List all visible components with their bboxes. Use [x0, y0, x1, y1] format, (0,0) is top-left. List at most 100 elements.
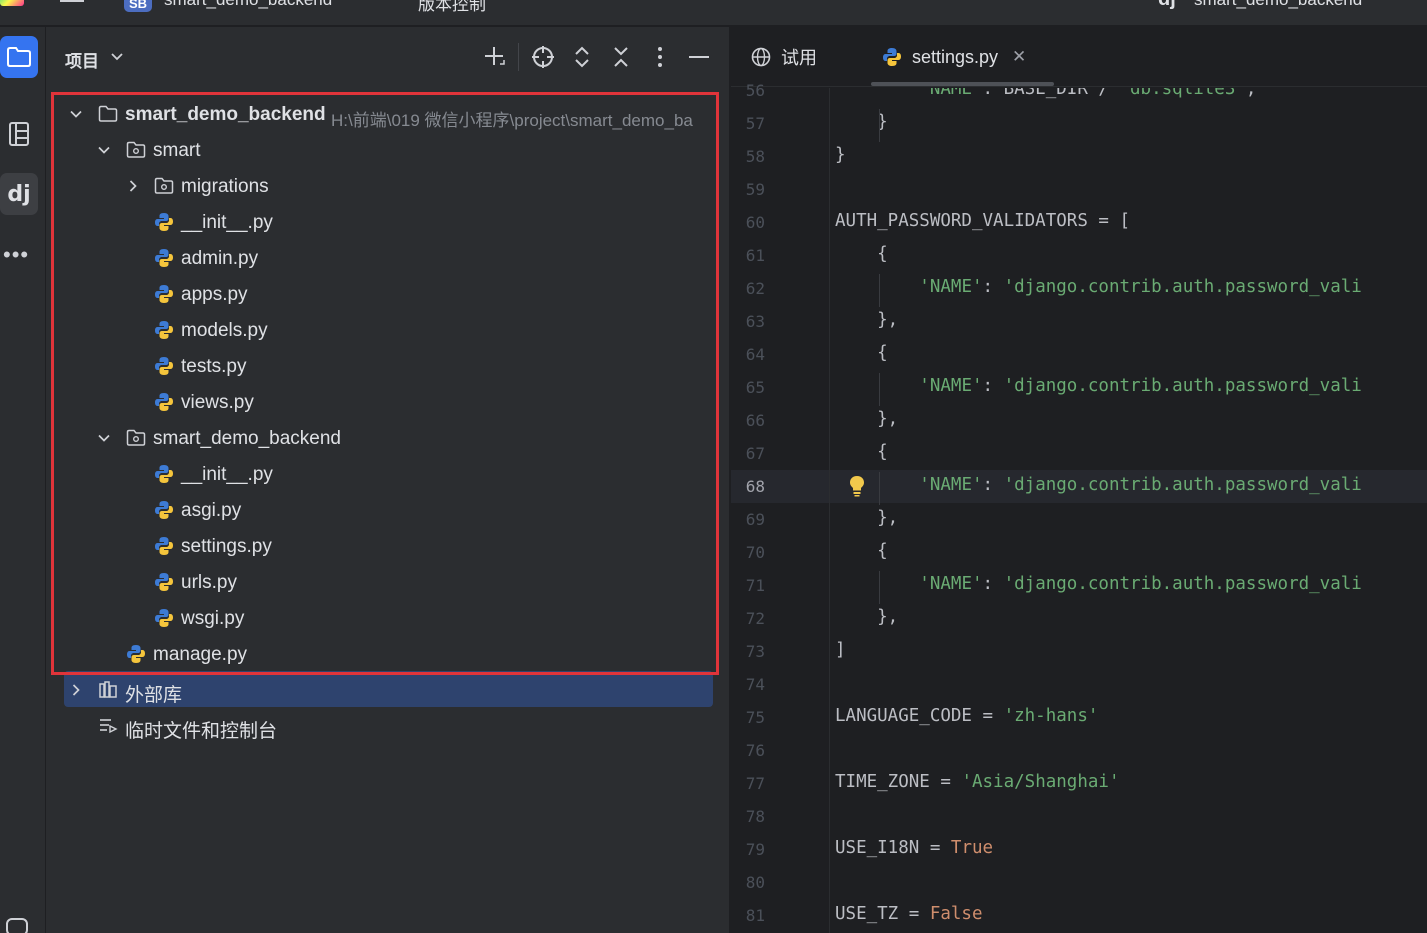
tree-item-label: apps.py	[181, 284, 248, 305]
collapse-all-button[interactable]	[607, 43, 635, 71]
code-line[interactable]: ]	[835, 640, 846, 660]
tree-item-manage[interactable]: manage.py	[46, 636, 730, 672]
code-line[interactable]: 'NAME': 'django.contrib.auth.password_va…	[835, 277, 1362, 297]
line-number: 62	[745, 279, 765, 298]
indent-guide	[879, 109, 880, 142]
code-line[interactable]: USE_TZ = False	[835, 904, 983, 924]
tree-item-root[interactable]: smart_demo_backend H:\前端\019 微信小程序\projec…	[46, 96, 730, 132]
python-file-icon	[155, 609, 173, 627]
folder-icon	[7, 47, 31, 67]
line-number: 70	[745, 543, 765, 562]
editor-tab-bar: 试用 settings.py ✕	[731, 27, 1427, 87]
tree-item-apps[interactable]: apps.py	[46, 276, 730, 312]
tree-item-init[interactable]: __init__.py	[46, 456, 730, 492]
code-line[interactable]: LANGUAGE_CODE = 'zh-hans'	[835, 706, 1098, 726]
code-line[interactable]: },	[835, 409, 898, 429]
tree-item-urls[interactable]: urls.py	[46, 564, 730, 600]
chevron-down-icon[interactable]	[97, 431, 111, 445]
project-name[interactable]: smart_demo_backend	[164, 0, 332, 10]
tab-label: 试用	[781, 48, 817, 68]
code-area[interactable]: 'NAME': BASE_DIR / 'db.sqlite3', }} AUTH_…	[829, 88, 1427, 933]
structure-tool-button[interactable]	[0, 113, 38, 155]
panel-title[interactable]: 项目	[65, 47, 99, 72]
line-number: 80	[745, 873, 765, 892]
run-config-selector[interactable]: smart_demo_backend	[1194, 0, 1362, 10]
tree-item-smart[interactable]: smart	[46, 132, 730, 168]
code-line[interactable]: 'NAME': BASE_DIR / 'db.sqlite3',	[835, 88, 1256, 99]
tree-item-admin[interactable]: admin.py	[46, 240, 730, 276]
chevron-right-icon[interactable]	[69, 683, 83, 697]
code-line[interactable]: USE_I18N = True	[835, 838, 993, 858]
code-line[interactable]: TIME_ZONE = 'Asia/Shanghai'	[835, 772, 1119, 792]
tree-item-wsgi[interactable]: wsgi.py	[46, 600, 730, 636]
project-badge[interactable]: SB	[124, 0, 152, 12]
tree-item-init[interactable]: __init__.py	[46, 204, 730, 240]
python-file-icon	[127, 645, 145, 663]
line-number: 59	[745, 180, 765, 199]
crosshair-icon	[532, 46, 554, 68]
chevron-right-icon[interactable]	[126, 179, 140, 193]
django-tool-button[interactable]: dj	[0, 173, 38, 215]
chevron-down-icon[interactable]	[110, 49, 124, 63]
more-tools-icon[interactable]: •••	[3, 242, 29, 268]
tree-item-path: H:\前端\019 微信小程序\project\smart_demo_ba	[331, 111, 693, 130]
tree-item-label: asgi.py	[181, 500, 242, 521]
title-bar: SB smart_demo_backend 版本控制 dj smart_demo…	[0, 0, 1427, 26]
code-line[interactable]: 'NAME': 'django.contrib.auth.password_va…	[835, 376, 1362, 396]
line-number: 74	[745, 675, 765, 694]
python-file-icon	[155, 321, 173, 339]
code-line[interactable]: {	[835, 541, 888, 561]
project-panel: 项目 smart_demo_backend H:\前端\019 微信小程序\pro…	[46, 27, 730, 933]
close-icon[interactable]: ✕	[1012, 47, 1026, 67]
tree-item-settings[interactable]: settings.py	[46, 528, 730, 564]
code-line[interactable]: AUTH_PASSWORD_VALIDATORS = [	[835, 211, 1130, 231]
tab-settings-py[interactable]: settings.py ✕	[882, 27, 1026, 87]
tab-try[interactable]: 试用	[751, 27, 817, 87]
tree-item-label: __init__.py	[181, 212, 273, 233]
code-line[interactable]: 'NAME': 'django.contrib.auth.password_va…	[835, 475, 1362, 495]
tree-item-models[interactable]: models.py	[46, 312, 730, 348]
tree-item-tests[interactable]: tests.py	[46, 348, 730, 384]
locate-file-button[interactable]	[529, 43, 557, 71]
code-line[interactable]: {	[835, 442, 888, 462]
app-logo-icon[interactable]	[0, 0, 24, 6]
line-number: 58	[745, 147, 765, 166]
tree-item-migrations[interactable]: migrations	[46, 168, 730, 204]
code-line[interactable]: 'NAME': 'django.contrib.auth.password_va…	[835, 574, 1362, 594]
line-number: 65	[745, 378, 765, 397]
code-line[interactable]: },	[835, 607, 898, 627]
tool-window-strip: dj •••	[0, 27, 46, 933]
options-button[interactable]	[646, 43, 674, 71]
code-line[interactable]: },	[835, 508, 898, 528]
chevron-down-icon[interactable]	[97, 143, 111, 157]
expand-icon	[575, 46, 589, 68]
python-console-icon[interactable]	[4, 914, 30, 933]
code-line[interactable]: },	[835, 310, 898, 330]
project-tool-button[interactable]	[0, 36, 38, 78]
expand-all-button[interactable]	[568, 43, 596, 71]
code-line[interactable]: {	[835, 244, 888, 264]
editor: 试用 settings.py ✕ 56 57 58 59 60 61 62 63 64 65 66 6…	[731, 27, 1427, 933]
hide-panel-button[interactable]	[685, 43, 713, 71]
django-icon: dj	[1158, 0, 1176, 11]
tree-item-views[interactable]: views.py	[46, 384, 730, 420]
tab-label: settings.py	[912, 46, 999, 67]
chevron-down-icon[interactable]	[69, 107, 83, 121]
code-line[interactable]: {	[835, 343, 888, 363]
tree-item-external-libs[interactable]: 外部库	[46, 672, 730, 708]
new-file-button[interactable]	[480, 43, 508, 71]
vcs-menu[interactable]: 版本控制	[418, 0, 486, 15]
line-number: 76	[745, 741, 765, 760]
tree-item-label: smart_demo_backend	[125, 104, 326, 125]
tree-item-asgi[interactable]: asgi.py	[46, 492, 730, 528]
tree-item-label: migrations	[181, 176, 269, 197]
tree-item-scratches[interactable]: 临时文件和控制台	[46, 708, 730, 744]
lightbulb-icon[interactable]	[848, 475, 866, 497]
code-line[interactable]: }	[835, 145, 846, 165]
python-file-icon	[155, 249, 173, 267]
tree-item-label: smart_demo_backend	[153, 428, 341, 449]
globe-icon	[751, 47, 771, 67]
main-menu-icon[interactable]	[60, 0, 86, 8]
active-tab-indicator	[871, 82, 1054, 86]
tree-item-smart-demo-backend[interactable]: smart_demo_backend	[46, 420, 730, 456]
